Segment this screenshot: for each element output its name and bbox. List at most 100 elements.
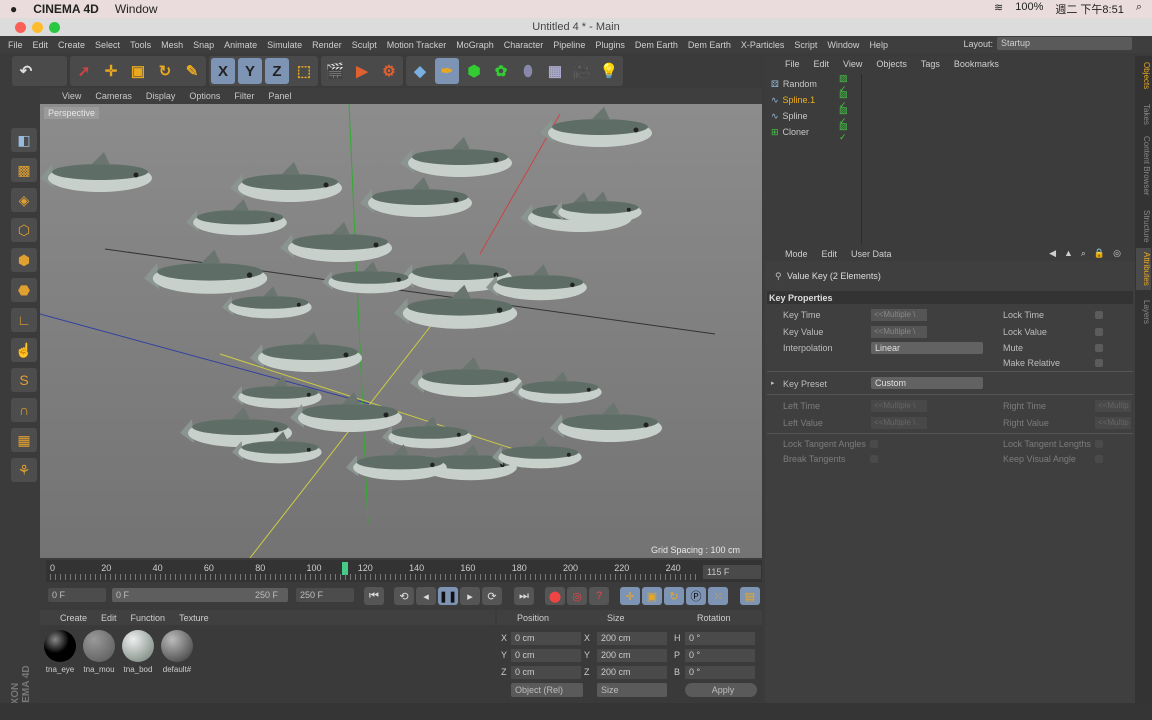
previous-key-icon[interactable]: ⟲ xyxy=(394,587,414,605)
coordinate-system-icon[interactable]: ⬚ xyxy=(292,58,316,84)
texture-mode-icon[interactable]: ▩ xyxy=(11,158,37,182)
viewport-menu-cameras[interactable]: Cameras xyxy=(95,91,132,101)
search-icon[interactable]: ⌕ xyxy=(1136,1,1142,17)
attr-menu-userdata[interactable]: User Data xyxy=(851,249,892,259)
next-frame-icon[interactable]: ▸ xyxy=(460,587,480,605)
wifi-icon[interactable]: ≋ xyxy=(994,1,1003,17)
menu-item[interactable]: Simulate xyxy=(267,40,302,50)
y-axis-icon[interactable]: Y xyxy=(238,58,262,84)
start-frame-field[interactable]: 0 F xyxy=(48,588,106,602)
fish-model[interactable] xyxy=(230,162,342,202)
make-relative-checkbox[interactable] xyxy=(1095,359,1103,367)
object-row-random[interactable]: ⚄ Random ▨ ✓ xyxy=(771,73,848,94)
viewport-menu-view[interactable]: View xyxy=(62,91,81,101)
3d-viewport[interactable]: Perspective Grid Spacing : 100 cm xyxy=(40,104,762,558)
menu-item[interactable]: Window xyxy=(827,40,859,50)
left-time-field[interactable]: <<Multiple \ xyxy=(871,400,927,412)
menu-item[interactable]: Select xyxy=(95,40,120,50)
attr-nav-icons[interactable]: ◀▲⌕🔒◎ xyxy=(1049,248,1129,259)
menu-item[interactable]: Animate xyxy=(224,40,257,50)
fish-model[interactable] xyxy=(250,332,362,372)
menu-item[interactable]: Mesh xyxy=(161,40,183,50)
mat-menu-texture[interactable]: Texture xyxy=(179,613,209,623)
floor-icon[interactable]: ▦ xyxy=(543,58,567,84)
menu-item[interactable]: Plugins xyxy=(595,40,625,50)
expand-arrow-icon[interactable]: ▸ xyxy=(771,379,775,387)
om-menu-tags[interactable]: Tags xyxy=(921,59,940,69)
material-item[interactable]: tna_eye xyxy=(42,630,78,674)
timeline-layout-icon[interactable]: ▤ xyxy=(740,587,760,605)
x-axis-icon[interactable]: X xyxy=(211,58,235,84)
menu-item[interactable]: Sculpt xyxy=(352,40,377,50)
key-rotation-icon[interactable]: ↻ xyxy=(664,587,684,605)
autokey-icon[interactable]: ◎ xyxy=(567,587,587,605)
undo-icon[interactable]: ↶ xyxy=(14,58,38,84)
tab-attributes[interactable]: Attributes xyxy=(1136,248,1151,290)
apply-button[interactable]: Apply xyxy=(685,683,757,697)
magnet-icon[interactable]: ∩ xyxy=(11,398,37,422)
position-field[interactable]: 0 cm xyxy=(511,632,581,645)
size-field[interactable]: 200 cm xyxy=(597,632,667,645)
tweak-icon[interactable]: ☝ xyxy=(11,338,37,362)
fish-model[interactable] xyxy=(550,402,662,442)
key-scale-icon[interactable]: ▣ xyxy=(642,587,662,605)
polygons-mode-icon[interactable]: ⬣ xyxy=(11,278,37,302)
tab-structure[interactable]: Structure xyxy=(1136,206,1151,246)
material-item[interactable]: tna_mou xyxy=(81,630,117,674)
viewport-menu-options[interactable]: Options xyxy=(189,91,220,101)
move-tool-icon[interactable]: ✛ xyxy=(99,58,123,84)
attr-menu-mode[interactable]: Mode xyxy=(785,249,808,259)
grid-icon[interactable]: ▦ xyxy=(11,428,37,452)
keyframe-selection-icon[interactable]: ? xyxy=(589,587,609,605)
render-view-icon[interactable]: 🎬 xyxy=(323,58,347,84)
nurbs-icon[interactable]: ⬢ xyxy=(462,58,486,84)
fish-model[interactable] xyxy=(540,107,652,147)
cube-icon[interactable]: ◆ xyxy=(408,58,432,84)
rotation-field[interactable]: 0 ° xyxy=(685,666,755,679)
lock-tangent-angles-checkbox[interactable] xyxy=(870,440,878,448)
position-field[interactable]: 0 cm xyxy=(511,666,581,679)
mat-menu-create[interactable]: Create xyxy=(60,613,87,623)
break-tangents-checkbox[interactable] xyxy=(870,455,878,463)
viewport-menu-filter[interactable]: Filter xyxy=(234,91,254,101)
current-frame-field[interactable]: 115 F xyxy=(703,565,761,579)
coordinate-mode-select[interactable]: Object (Rel) xyxy=(511,683,583,697)
fish-model[interactable] xyxy=(360,177,472,217)
om-menu-objects[interactable]: Objects xyxy=(876,59,907,69)
menu-item[interactable]: X-Particles xyxy=(741,40,785,50)
clock[interactable]: 週二 下午8:51 xyxy=(1055,1,1123,17)
lock-workplane-icon[interactable]: ⚘ xyxy=(11,458,37,482)
menu-item[interactable]: Tools xyxy=(130,40,151,50)
viewport-menu-panel[interactable]: Panel xyxy=(268,91,291,101)
pen-spline-icon[interactable]: ✒ xyxy=(435,58,459,84)
size-field[interactable]: 200 cm xyxy=(597,649,667,662)
material-item[interactable]: default# xyxy=(159,630,195,674)
window-menu[interactable]: Window xyxy=(115,2,158,16)
left-value-field[interactable]: <<Multiple \ xyxy=(871,417,927,429)
menu-item[interactable]: File xyxy=(8,40,23,50)
fish-model[interactable] xyxy=(280,222,392,262)
scale-tool-icon[interactable]: ▣ xyxy=(126,58,150,84)
menu-item[interactable]: Render xyxy=(312,40,342,50)
object-row-spline[interactable]: ∿ Spline ▨ ✓ xyxy=(771,105,848,126)
model-mode-icon[interactable]: ◧ xyxy=(11,128,37,152)
material-item[interactable]: tna_bod xyxy=(120,630,156,674)
pause-icon[interactable]: ❚❚ xyxy=(438,587,458,605)
viewport-menu-display[interactable]: Display xyxy=(146,91,176,101)
fish-model[interactable] xyxy=(400,137,512,177)
lock-value-checkbox[interactable] xyxy=(1095,328,1103,336)
live-select-icon[interactable]: ✎ xyxy=(180,58,204,84)
tab-content-browser[interactable]: Content Browser xyxy=(1136,132,1151,200)
range-slider[interactable]: 0 F 250 F xyxy=(112,588,288,602)
fish-model[interactable] xyxy=(232,376,322,409)
key-position-icon[interactable]: ✛ xyxy=(620,587,640,605)
key-pla-icon[interactable]: ⁙ xyxy=(708,587,728,605)
cloner-icon[interactable]: ✿ xyxy=(489,58,513,84)
deformer-icon[interactable]: ⬮ xyxy=(516,58,540,84)
timeline[interactable]: 0 20 40 60 80 100 120 140 160 180 200 220 240 xyxy=(46,560,762,582)
om-menu-file[interactable]: File xyxy=(785,59,800,69)
next-key-icon[interactable]: ⟳ xyxy=(482,587,502,605)
snap-icon[interactable]: S xyxy=(11,368,37,392)
edges-mode-icon[interactable]: ⬢ xyxy=(11,248,37,272)
menu-item[interactable]: Edit xyxy=(33,40,49,50)
